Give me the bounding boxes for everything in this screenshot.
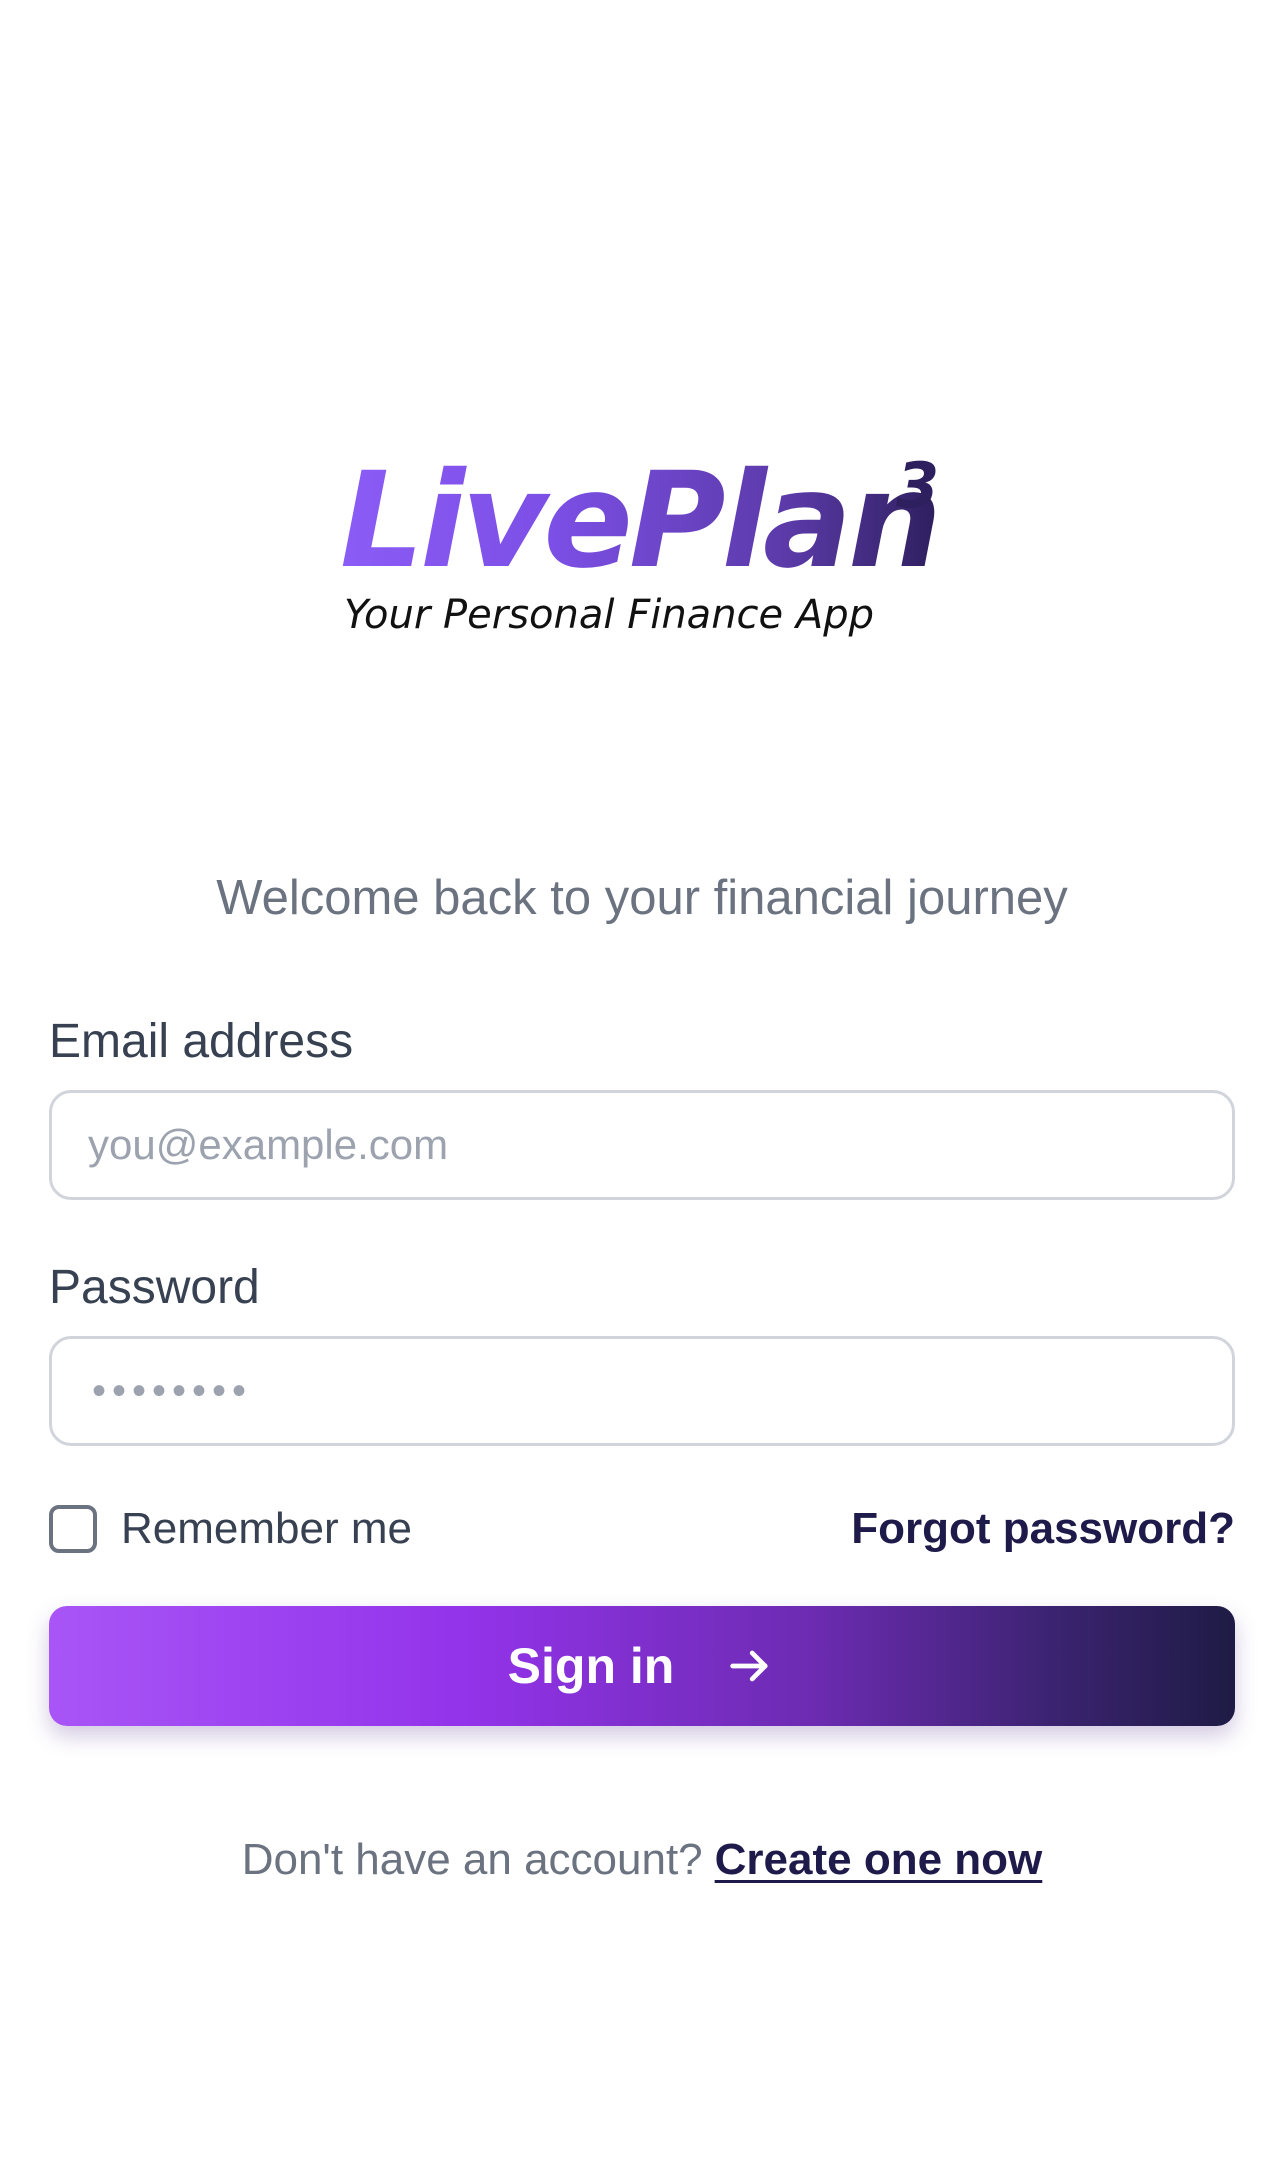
logo-superscript: 3 [896, 449, 940, 522]
signup-row: Don't have an account? Create one now [0, 1831, 1284, 1889]
remember-me-checkbox[interactable] [49, 1505, 97, 1553]
create-account-link[interactable]: Create one now [715, 1835, 1043, 1884]
password-label: Password [49, 1261, 260, 1314]
signup-prompt: Don't have an account? [241, 1835, 703, 1884]
sign-in-button[interactable]: Sign in [49, 1606, 1235, 1726]
email-field[interactable] [88, 1093, 1188, 1197]
sign-in-label: Sign in [507, 1638, 675, 1694]
password-masked-value: •••••••• [92, 1369, 253, 1413]
forgot-password-link[interactable]: Forgot password? [851, 1500, 1235, 1558]
remember-me-label[interactable]: Remember me [121, 1500, 412, 1558]
email-field-container [49, 1090, 1235, 1200]
app-logo: LivePlan 3 Your Personal Finance App [340, 455, 960, 645]
logo-tagline: Your Personal Finance App [344, 592, 874, 638]
email-label: Email address [49, 1015, 354, 1068]
welcome-message: Welcome back to your financial journey [216, 871, 1068, 925]
arrow-right-icon [730, 1650, 768, 1682]
password-field[interactable]: •••••••• [49, 1336, 1235, 1446]
logo-title: LivePlan [340, 444, 942, 598]
